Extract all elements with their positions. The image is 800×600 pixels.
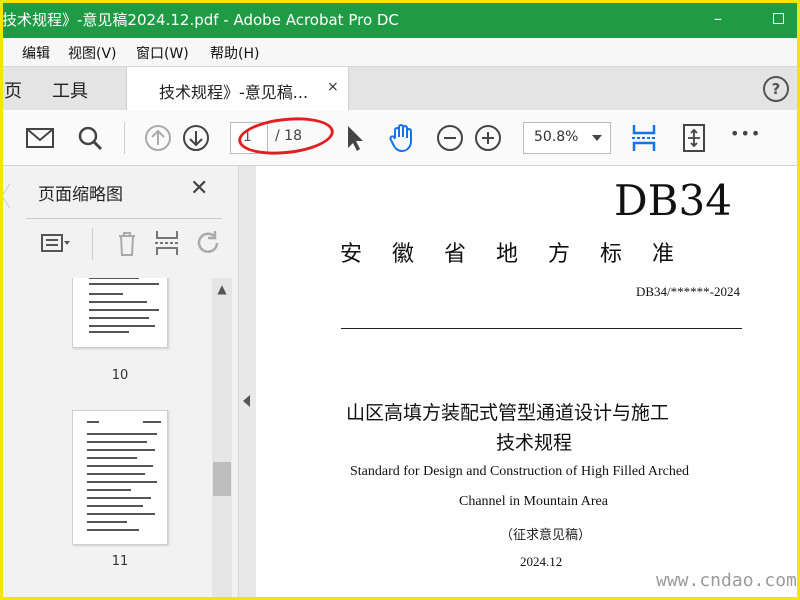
rotate-icon[interactable] xyxy=(194,228,224,258)
page-label-10: 10 xyxy=(111,368,129,383)
tab-home[interactable]: 页 xyxy=(4,77,22,103)
delete-icon[interactable] xyxy=(112,228,142,258)
thumbnail-panel-title: 页面缩略图 xyxy=(38,185,123,205)
page-label-11: 11 xyxy=(111,554,129,569)
panel-pointer-icon xyxy=(1,184,10,208)
close-icon[interactable]: ✕ xyxy=(190,176,208,201)
prev-page-icon[interactable] xyxy=(142,122,174,154)
menu-bar: 编辑 视图(V) 窗口(W) 帮助(H) xyxy=(0,38,800,66)
watermark: www.cndao.com xyxy=(656,570,797,591)
thumbnail-scrollbar[interactable] xyxy=(212,278,232,600)
document-date: 2024.12 xyxy=(520,554,563,569)
zoom-value: 50.8% xyxy=(534,129,579,145)
thumbnail-panel: 页面缩略图 ✕ 10 11 xyxy=(0,166,238,600)
next-page-icon[interactable] xyxy=(180,122,212,154)
title-cn-line1: 山区高填方装配式管型通道设计与施工 xyxy=(346,402,670,424)
menu-window[interactable]: 窗口(W) xyxy=(136,43,189,63)
more-icon[interactable]: ••• xyxy=(730,124,761,143)
tab-tools[interactable]: 工具 xyxy=(52,77,88,103)
zoom-out-icon[interactable] xyxy=(434,122,466,154)
mail-icon[interactable] xyxy=(24,122,56,154)
maximize-button[interactable] xyxy=(766,7,790,31)
tab-bar: 页 工具 技术规程》-意见稿... × ? xyxy=(0,66,800,111)
title-bar: 技术规程》-意见稿2024.12.pdf - Adobe Acrobat Pro… xyxy=(0,0,800,38)
title-en-line1: Standard for Design and Construction of … xyxy=(350,464,690,479)
collapse-arrow-icon[interactable] xyxy=(243,395,250,407)
panel-collapse-strip[interactable] xyxy=(238,166,256,600)
title-cn-line2: 技术规程 xyxy=(496,432,573,454)
horizontal-rule xyxy=(341,328,742,329)
page-thumbnail-10[interactable] xyxy=(72,278,168,348)
zoom-in-icon[interactable] xyxy=(472,122,504,154)
page-thumbnail-11[interactable] xyxy=(72,410,168,545)
fit-page-icon[interactable] xyxy=(678,122,710,154)
help-icon[interactable]: ? xyxy=(763,76,789,102)
minimize-button[interactable]: – xyxy=(706,7,730,31)
title-en-line2: Channel in Mountain Area xyxy=(459,494,608,509)
scroll-up-button[interactable]: ▲ xyxy=(212,278,232,298)
select-cursor-icon[interactable] xyxy=(338,122,370,154)
draft-note: （征求意见稿） xyxy=(500,528,592,543)
thumbnail-list: 10 11 xyxy=(26,278,212,600)
chevron-down-icon xyxy=(592,135,602,141)
toolbar: 1 / 18 50.8% ••• xyxy=(0,110,800,166)
scrollbar-thumb[interactable] xyxy=(213,462,231,496)
tab-close-button[interactable]: × xyxy=(327,79,339,95)
menu-edit[interactable]: 编辑 xyxy=(22,43,50,63)
panel-divider xyxy=(26,218,222,219)
zoom-select[interactable]: 50.8% xyxy=(523,122,611,154)
standard-name: 安徽省地方标准 xyxy=(340,242,705,267)
maximize-icon xyxy=(772,13,784,24)
menu-view[interactable]: 视图(V) xyxy=(68,43,117,63)
standard-code-big: DB34 xyxy=(614,176,732,225)
toolbar-separator xyxy=(124,122,125,154)
options-icon[interactable] xyxy=(40,228,70,258)
menu-help[interactable]: 帮助(H) xyxy=(210,43,259,63)
window-title: 技术规程》-意见稿2024.12.pdf - Adobe Acrobat Pro… xyxy=(2,11,399,29)
panel-tool-separator xyxy=(92,228,93,260)
tab-document-label: 技术规程》-意见稿... xyxy=(159,83,309,102)
insert-page-icon[interactable] xyxy=(152,228,182,258)
search-icon[interactable] xyxy=(74,122,106,154)
scroll-mode-icon[interactable] xyxy=(628,122,660,154)
hand-icon[interactable] xyxy=(386,122,418,154)
tab-document[interactable]: 技术规程》-意见稿... × xyxy=(126,67,349,111)
standard-code: DB34/******-2024 xyxy=(636,284,740,299)
